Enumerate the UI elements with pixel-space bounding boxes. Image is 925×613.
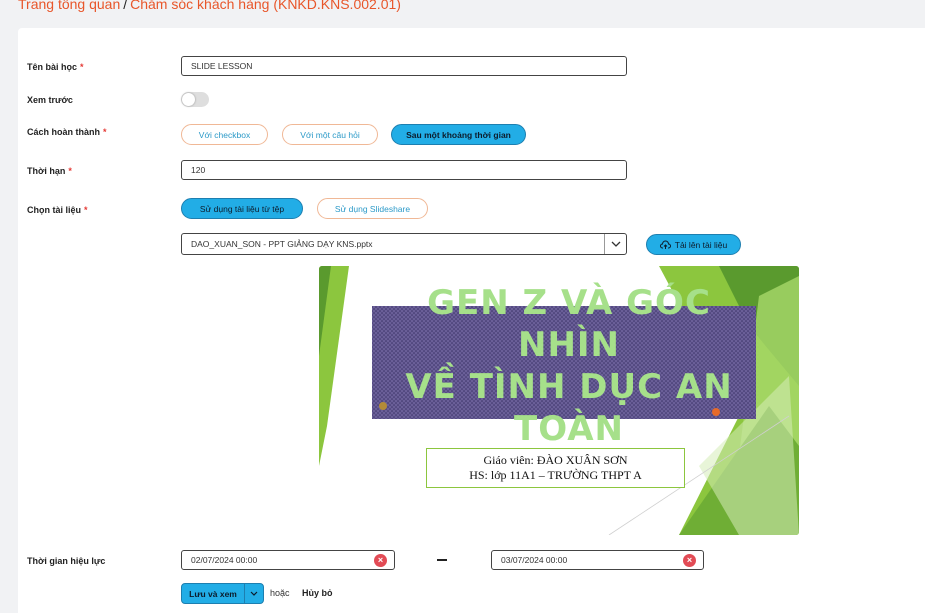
- file-select-value: DAO_XUAN_SON - PPT GIẢNG DẠY KNS.pptx: [191, 239, 373, 249]
- preview-label: Xem trước: [27, 95, 73, 105]
- end-date-value: 03/07/2024 00:00: [501, 555, 568, 565]
- breadcrumb-home-link[interactable]: Trang tổng quan: [18, 0, 120, 12]
- clear-end-date-icon[interactable]: ×: [683, 554, 696, 567]
- toggle-knob: [182, 93, 195, 106]
- required-marker: *: [80, 62, 84, 72]
- lesson-name-label: Tên bài học *: [27, 62, 84, 72]
- save-view-button-group: Lưu và xem: [181, 583, 264, 604]
- start-date-input[interactable]: 02/07/2024 00:00 ×: [181, 550, 395, 570]
- start-date-value: 02/07/2024 00:00: [191, 555, 258, 565]
- lesson-name-input[interactable]: SLIDE LESSON: [181, 56, 627, 76]
- required-marker: *: [68, 166, 72, 176]
- completion-checkbox-option[interactable]: Với checkbox: [181, 124, 268, 145]
- slide-teacher-name: Giáo viên: ĐÀO XUÂN SƠN: [483, 453, 628, 467]
- material-label: Chọn tài liệu *: [27, 205, 88, 215]
- completion-question-option[interactable]: Với một câu hỏi: [282, 124, 378, 145]
- preview-toggle[interactable]: [181, 92, 209, 107]
- breadcrumb-separator: /: [123, 0, 128, 12]
- material-slideshare-option[interactable]: Sử dụng Slideshare: [317, 198, 428, 219]
- duration-label: Thời hạn *: [27, 166, 72, 176]
- slide-teacher-box: Giáo viên: ĐÀO XUÂN SƠN HS: lớp 11A1 – T…: [426, 448, 685, 488]
- file-select[interactable]: DAO_XUAN_SON - PPT GIẢNG DẠY KNS.pptx: [181, 233, 627, 255]
- cancel-link[interactable]: Hủy bỏ: [302, 588, 333, 598]
- slide-title: GEN Z VÀ GÓC NHÌN VỀ TÌNH DỤC AN TOÀN: [405, 283, 733, 449]
- clear-start-date-icon[interactable]: ×: [374, 554, 387, 567]
- chevron-down-icon[interactable]: [604, 234, 626, 254]
- slide-preview: GEN Z VÀ GÓC NHÌN VỀ TÌNH DỤC AN TOÀN Gi…: [319, 266, 799, 535]
- upload-button-label: Tải lên tài liệu: [674, 239, 728, 250]
- completion-label: Cách hoàn thành *: [27, 127, 107, 137]
- end-date-input[interactable]: 03/07/2024 00:00 ×: [491, 550, 704, 570]
- slide-class-info: HS: lớp 11A1 – TRƯỜNG THPT A: [469, 468, 642, 482]
- upload-button[interactable]: Tải lên tài liệu: [646, 234, 741, 255]
- required-marker: *: [84, 205, 88, 215]
- required-marker: *: [103, 127, 107, 137]
- duration-input[interactable]: 120: [181, 160, 627, 180]
- material-file-option[interactable]: Sử dụng tài liệu từ tệp: [181, 198, 303, 219]
- save-view-button[interactable]: Lưu và xem: [182, 589, 244, 599]
- breadcrumb-current[interactable]: Chăm sóc khách hàng (KNKD.KNS.002.01): [130, 0, 401, 12]
- breadcrumb: Trang tổng quan / Chăm sóc khách hàng (KNK…: [18, 0, 401, 12]
- date-range-separator: [437, 559, 447, 561]
- or-text: hoặc: [270, 588, 290, 598]
- completion-time-option[interactable]: Sau một khoảng thời gian: [391, 124, 526, 145]
- chevron-down-icon[interactable]: [244, 584, 263, 603]
- validity-label: Thời gian hiệu lực: [27, 556, 106, 566]
- cloud-upload-icon: [659, 240, 671, 249]
